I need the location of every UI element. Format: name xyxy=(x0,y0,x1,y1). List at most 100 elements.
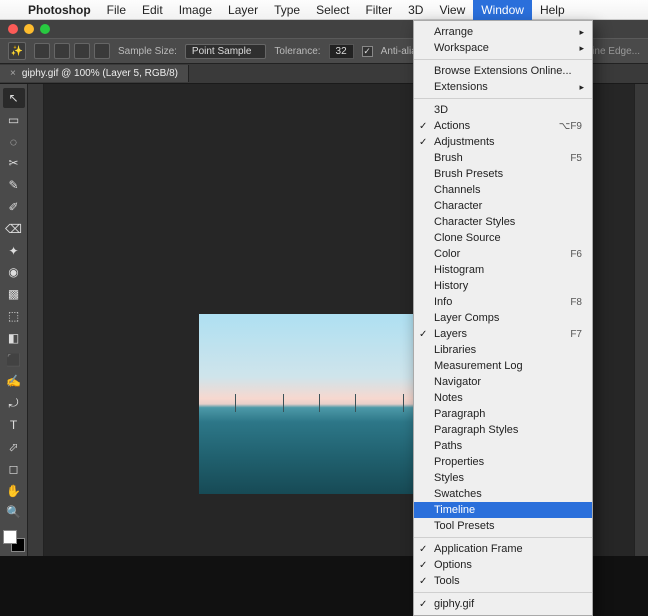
menu-item-label: Navigator xyxy=(434,376,481,388)
antialias-checkbox[interactable] xyxy=(362,46,373,57)
menu-item[interactable]: Brush F5 xyxy=(414,150,592,166)
menu-image[interactable]: Image xyxy=(171,0,220,20)
menu-item[interactable]: Browse Extensions Online... xyxy=(414,63,592,79)
menu-item-label: Arrange xyxy=(434,26,473,38)
color-swatch[interactable] xyxy=(3,530,25,552)
sample-size-label: Sample Size: xyxy=(118,46,177,57)
menu-3d[interactable]: 3D xyxy=(400,0,431,20)
menu-item[interactable]: Navigator xyxy=(414,374,592,390)
menu-item[interactable]: Swatches xyxy=(414,486,592,502)
menu-help[interactable]: Help xyxy=(532,0,573,20)
menu-file[interactable]: File xyxy=(99,0,134,20)
close-window-icon[interactable] xyxy=(8,24,18,34)
menu-item[interactable]: Paragraph xyxy=(414,406,592,422)
menu-item[interactable]: Extensions xyxy=(414,79,592,95)
sample-size-dropdown[interactable]: Point Sample xyxy=(185,44,266,59)
menu-item[interactable]: Notes xyxy=(414,390,592,406)
menu-item[interactable]: Layer Comps xyxy=(414,310,592,326)
zoom-window-icon[interactable] xyxy=(40,24,50,34)
menu-item[interactable]: ✓Adjustments xyxy=(414,134,592,150)
menu-item[interactable]: InfoF8 xyxy=(414,294,592,310)
menu-item[interactable]: Arrange xyxy=(414,24,592,40)
tool-button[interactable]: ✎ xyxy=(3,175,25,195)
check-icon: ✓ xyxy=(419,121,427,132)
tool-button[interactable]: ↖ xyxy=(3,88,25,108)
tool-button[interactable]: ✍ xyxy=(3,372,25,392)
tolerance-input[interactable]: 32 xyxy=(329,44,354,59)
menu-item[interactable]: Paths xyxy=(414,438,592,454)
menu-item-label: Layer Comps xyxy=(434,312,499,324)
selection-mode-buttons[interactable] xyxy=(34,43,110,59)
menu-item-label: Layers xyxy=(434,328,467,340)
tool-button[interactable]: ⬚ xyxy=(3,306,25,326)
tool-button[interactable]: ◌ xyxy=(3,132,25,152)
menu-item[interactable]: Character xyxy=(414,198,592,214)
menu-item-label: Histogram xyxy=(434,264,484,276)
menu-item[interactable]: ✓LayersF7 xyxy=(414,326,592,342)
minimize-window-icon[interactable] xyxy=(24,24,34,34)
menu-type[interactable]: Type xyxy=(266,0,308,20)
tool-button[interactable]: 🔍 xyxy=(3,502,25,522)
check-icon: ✓ xyxy=(419,576,427,587)
tool-button[interactable]: ✐ xyxy=(3,197,25,217)
menu-item[interactable]: ColorF6 xyxy=(414,246,592,262)
menu-item-accelerator: F5 xyxy=(570,153,582,164)
menu-item[interactable]: ✓giphy.gif xyxy=(414,596,592,612)
menu-item[interactable]: Properties xyxy=(414,454,592,470)
menu-item[interactable]: ✓Actions⌥F9 xyxy=(414,118,592,134)
tool-button[interactable]: ⬀ xyxy=(3,437,25,457)
tool-button[interactable]: ◉ xyxy=(3,263,25,283)
menu-item[interactable]: Histogram xyxy=(414,262,592,278)
tool-button[interactable]: ✂ xyxy=(3,153,25,173)
menu-filter[interactable]: Filter xyxy=(357,0,400,20)
menu-select[interactable]: Select xyxy=(308,0,357,20)
menu-item[interactable]: Brush Presets xyxy=(414,166,592,182)
menu-window[interactable]: Window xyxy=(473,0,532,20)
tool-button[interactable]: ✋ xyxy=(3,481,25,501)
tool-panel: ↖▭◌✂✎✐⌫✦◉▩⬚◧⬛✍⤾T⬀◻✋🔍 xyxy=(0,84,28,556)
menu-item[interactable]: History xyxy=(414,278,592,294)
menu-item-label: Clone Source xyxy=(434,232,501,244)
menu-app[interactable]: Photoshop xyxy=(20,0,99,20)
menu-layer[interactable]: Layer xyxy=(220,0,266,20)
menu-item[interactable]: Timeline xyxy=(414,502,592,518)
menu-item[interactable]: Character Styles xyxy=(414,214,592,230)
panel-dock[interactable] xyxy=(634,84,648,556)
menu-item[interactable]: Clone Source xyxy=(414,230,592,246)
tool-button[interactable]: ▩ xyxy=(3,284,25,304)
menu-item-label: Info xyxy=(434,296,452,308)
tool-button[interactable]: ⌫ xyxy=(3,219,25,239)
menu-item-label: Tools xyxy=(434,575,460,587)
document-tab[interactable]: × giphy.gif @ 100% (Layer 5, RGB/8) xyxy=(0,65,189,82)
menu-item[interactable]: ✓ Tools xyxy=(414,573,592,589)
tool-button[interactable]: ⤾ xyxy=(3,393,25,413)
menu-item[interactable]: Paragraph Styles xyxy=(414,422,592,438)
menu-item[interactable]: Styles xyxy=(414,470,592,486)
menu-item[interactable]: Libraries xyxy=(414,342,592,358)
menu-item-label: History xyxy=(434,280,468,292)
tool-button[interactable]: ◻ xyxy=(3,459,25,479)
document-tab-title: giphy.gif @ 100% (Layer 5, RGB/8) xyxy=(22,68,178,79)
menu-item[interactable]: Tool Presets xyxy=(414,518,592,534)
tool-button[interactable]: ▭ xyxy=(3,110,25,130)
current-tool-icon[interactable]: ✨ xyxy=(8,42,26,60)
menu-item-label: Actions xyxy=(434,120,470,132)
tool-button[interactable]: ⬛ xyxy=(3,350,25,370)
menu-item-label: Properties xyxy=(434,456,484,468)
close-tab-icon[interactable]: × xyxy=(10,68,16,79)
tool-button[interactable]: ✦ xyxy=(3,241,25,261)
tool-button[interactable]: ◧ xyxy=(3,328,25,348)
menu-view[interactable]: View xyxy=(431,0,473,20)
menu-item[interactable]: ✓Options xyxy=(414,557,592,573)
menu-item[interactable]: ✓Application Frame xyxy=(414,541,592,557)
check-icon: ✓ xyxy=(419,544,427,555)
menu-edit[interactable]: Edit xyxy=(134,0,171,20)
menu-item-label: Brush xyxy=(434,152,463,164)
menu-item[interactable]: 3D xyxy=(414,102,592,118)
tool-button[interactable]: T xyxy=(3,415,25,435)
menu-item[interactable]: Measurement Log xyxy=(414,358,592,374)
menu-item[interactable]: Channels xyxy=(414,182,592,198)
check-icon: ✓ xyxy=(419,137,427,148)
menu-item[interactable]: Workspace xyxy=(414,40,592,56)
menu-item-label: Channels xyxy=(434,184,480,196)
